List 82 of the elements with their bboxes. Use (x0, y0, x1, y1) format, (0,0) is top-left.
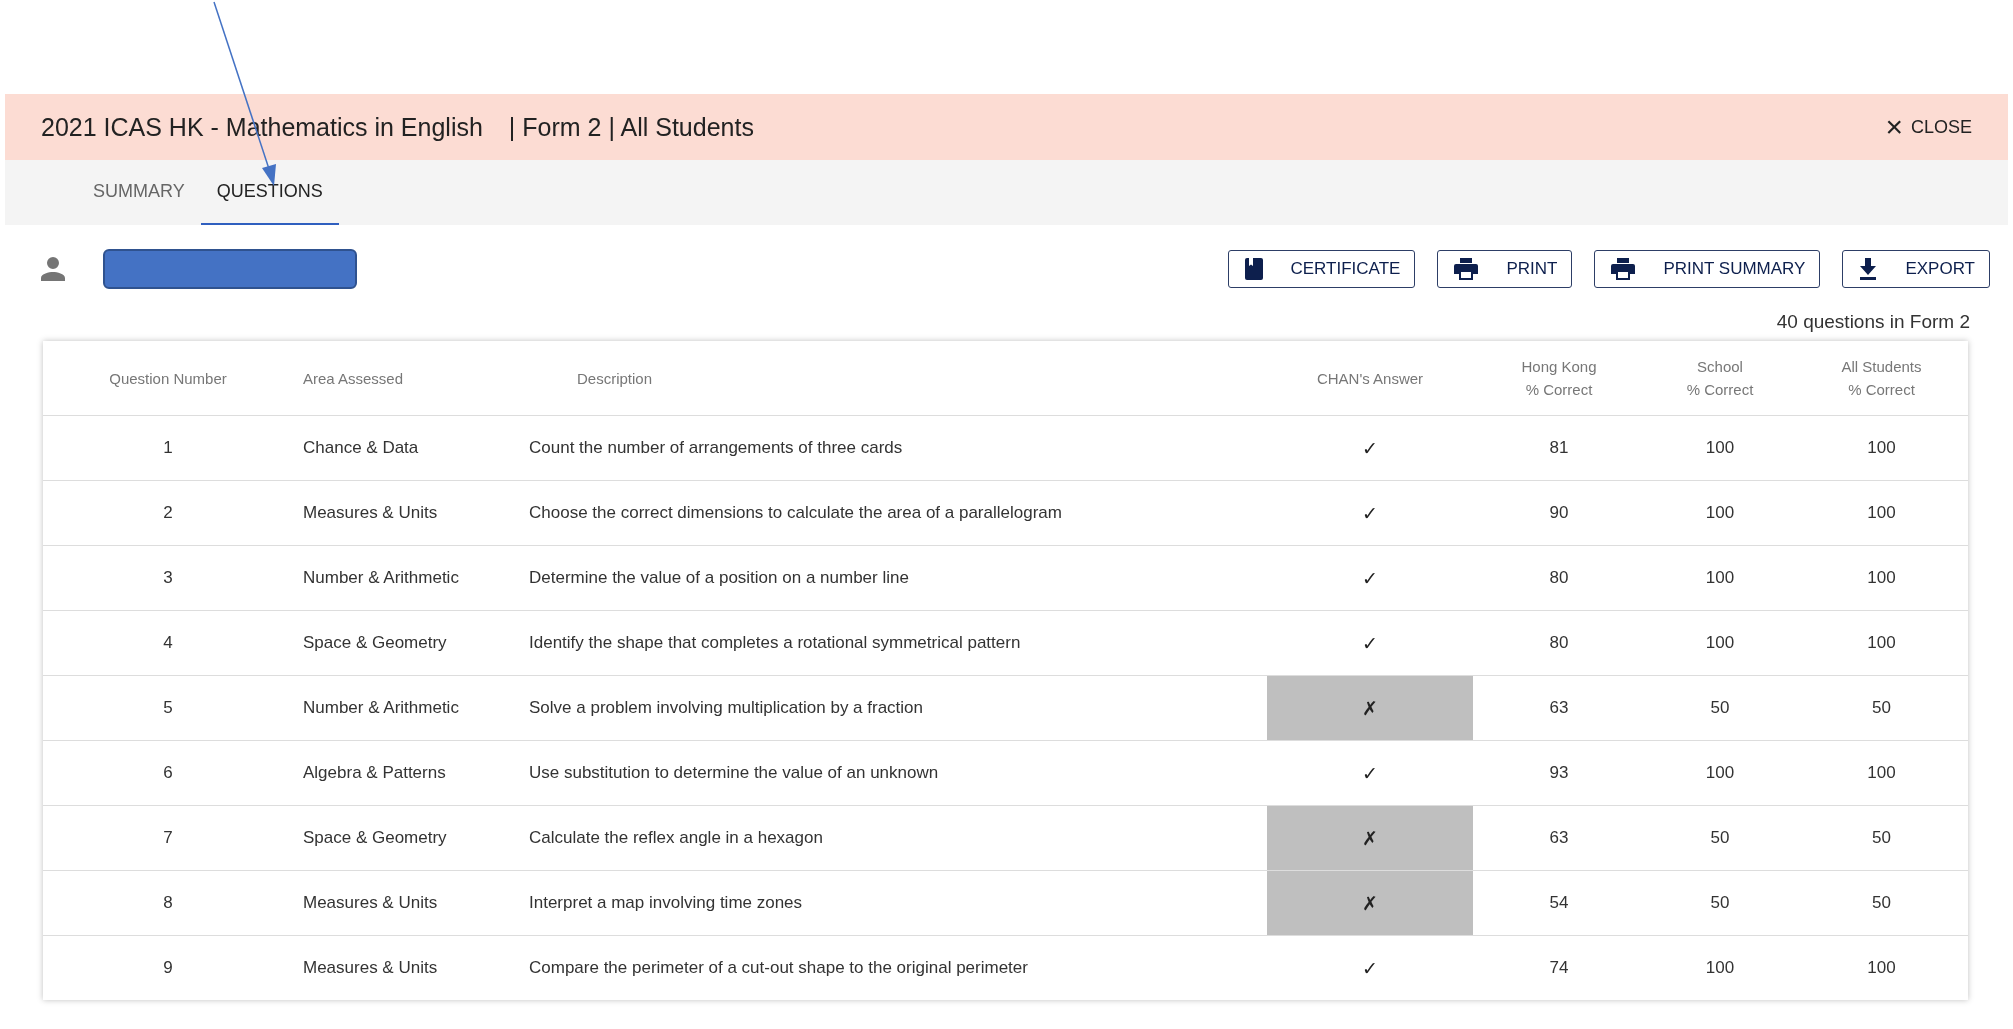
answer-cell-text: ✓ (1361, 566, 1379, 591)
table-cell-text: 50 (1871, 697, 1892, 719)
table-cell-text: 100 (1866, 502, 1897, 524)
answer-cell-text: ✓ (1361, 956, 1379, 981)
table-cell-text: 100 (1866, 957, 1897, 979)
table-cell-text: Space & Geometry (302, 827, 448, 849)
table-cell-text: 63 (1548, 827, 1570, 849)
answer-cell-text: ✓ (1361, 501, 1379, 526)
table-cell-text: 100 (1704, 502, 1736, 524)
table-cell-text: 1 (162, 437, 174, 459)
table-cell-text: Measures & Units (302, 892, 439, 914)
tab[interactable]: SUMMARY (77, 160, 201, 225)
table-cell-text: 4 (162, 632, 174, 654)
printer-icon (1454, 258, 1479, 280)
table-cell-text: 8 (162, 892, 174, 914)
table-cell-text: 100 (1704, 762, 1736, 784)
table-cell-text: Compare the perimeter of a cut-out shape to the original perimeter (529, 957, 1029, 979)
table-cell-text: 81 (1548, 437, 1570, 459)
column-header: Description (576, 368, 654, 389)
table-cell-text: 7 (162, 827, 174, 849)
table-cell-text: Choose the correct dimensions to calculate the area of a parallelogram (529, 502, 1063, 524)
column-header: CHAN's Answer (1315, 368, 1425, 389)
table-cell-text: 93 (1548, 762, 1570, 784)
column-header: Hong Kong % Correct (1520, 357, 1598, 400)
table-cell-text: Interpret a map involving time zones (529, 892, 804, 914)
table-cell-text: Count the number of arrangements of three cards (529, 437, 904, 459)
table-cell-text: Determine the value of a position on a number line (529, 567, 910, 589)
table-cell-text: Chance & Data (302, 437, 420, 459)
answer-cell-text: ✓ (1361, 761, 1379, 786)
table-cell-text: 100 (1704, 957, 1736, 979)
table-cell-text: 80 (1548, 567, 1570, 589)
answer-cell-text: ✓ (1361, 631, 1379, 656)
table-cell-text: 74 (1548, 957, 1570, 979)
action-button[interactable]: PRINT (1437, 250, 1573, 288)
column-header: Question Number (108, 368, 228, 389)
table-cell-text: Number & Arithmetic (302, 697, 460, 719)
download-icon (1859, 258, 1878, 280)
report-context: | Form 2 | All Students (508, 112, 754, 142)
table-cell-text: Identify the shape that completes a rotational symmetrical pattern (529, 632, 1022, 654)
table-cell-text: 90 (1548, 502, 1570, 524)
table-cell-text: Measures & Units (302, 502, 439, 524)
table-cell-text: 100 (1704, 567, 1736, 589)
answer-cell-text: ✓ (1361, 436, 1379, 461)
table-cell-text: 63 (1548, 697, 1570, 719)
column-header: All Students % Correct (1840, 357, 1923, 400)
table-cell-text: Measures & Units (302, 957, 439, 979)
table-cell-text: 50 (1871, 892, 1892, 914)
table-cell-text: Use substitution to determine the value of an unknown (529, 762, 940, 784)
column-header: Area Assessed (302, 368, 405, 389)
answer-cell: ✗ (1267, 871, 1473, 935)
action-button[interactable]: CERTIFICATE (1227, 250, 1416, 288)
table-cell-text: 54 (1548, 892, 1570, 914)
table-cell-text: 2 (162, 502, 174, 524)
table-cell-text: 80 (1548, 632, 1570, 654)
table-cell-text: Number & Arithmetic (302, 567, 460, 589)
table-cell-text: Calculate the reflex angle in a hexagon (529, 827, 824, 849)
answer-cell: ✗ (1267, 676, 1473, 740)
table-cell-text: 50 (1709, 892, 1731, 914)
table-cell-text: 50 (1709, 827, 1731, 849)
table-cell-text: 5 (162, 697, 174, 719)
table-cell-text: 100 (1704, 632, 1736, 654)
table-cell-text: 50 (1871, 827, 1892, 849)
table-cell-text: Space & Geometry (302, 632, 448, 654)
action-button[interactable]: EXPORT (1842, 250, 1990, 288)
question-count: 40 questions in Form 2 (1775, 311, 1971, 334)
table-cell-text: 100 (1866, 437, 1897, 459)
close-button[interactable]: × CLOSE (1879, 111, 1978, 143)
action-button[interactable]: PRINT SUMMARY (1594, 250, 1821, 288)
table-cell-text: Algebra & Patterns (302, 762, 447, 784)
table-cell-text: 100 (1866, 632, 1897, 654)
table-cell-text: 9 (162, 957, 174, 979)
table-cell-text: 100 (1704, 437, 1736, 459)
table-cell-text: 100 (1866, 567, 1897, 589)
table-cell-text: 6 (162, 762, 174, 784)
table-cell-text: 3 (162, 567, 174, 589)
table-cell-text: 100 (1866, 762, 1897, 784)
bookmark-book-icon (1244, 258, 1263, 280)
table-cell-text: 50 (1709, 697, 1731, 719)
answer-cell: ✗ (1267, 806, 1473, 870)
table-cell-text: Solve a problem involving multiplication by a fraction (529, 697, 925, 719)
printer-icon (1611, 258, 1636, 280)
column-header: School % Correct (1685, 357, 1755, 400)
